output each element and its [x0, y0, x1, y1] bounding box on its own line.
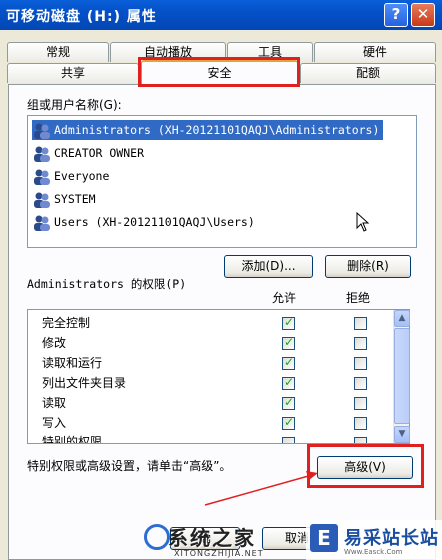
user-name: Users (XH-20121101QAQJ\Users): [54, 215, 255, 229]
help-button[interactable]: ?: [384, 3, 408, 27]
group-users-label: 组或用户名称(G):: [27, 98, 122, 112]
allow-checkbox-full-control[interactable]: [282, 315, 295, 330]
deny-checkbox-read-execute[interactable]: [354, 357, 367, 370]
user-name: Administrators (XH-20121101QAQJ\Administ…: [54, 123, 380, 137]
remove-button[interactable]: 删除(R): [325, 255, 411, 278]
list-item-users[interactable]: Users (XH-20121101QAQJ\Users): [32, 212, 259, 232]
allow-checkbox-special[interactable]: [282, 437, 295, 443]
permission-name: 列出文件夹目录: [42, 376, 127, 390]
permissions-label: Administrators 的权限(P): [27, 277, 187, 291]
allow-checkbox-write[interactable]: [282, 415, 295, 430]
user-group-icon: [34, 215, 50, 231]
permission-name: 写入: [42, 416, 67, 430]
close-button[interactable]: ✕: [411, 3, 435, 27]
user-group-icon: [34, 192, 50, 208]
scroll-up-icon[interactable]: ▲: [394, 310, 410, 327]
permission-name: 读取和运行: [42, 356, 103, 370]
deny-checkbox-special[interactable]: [354, 437, 367, 443]
user-group-icon: [34, 123, 50, 139]
permission-name: 修改: [42, 336, 67, 350]
watermark-e-logo-icon: E: [310, 524, 338, 552]
scroll-down-icon[interactable]: ▼: [394, 426, 410, 443]
deny-column-header: 拒绝: [346, 291, 371, 305]
allow-checkbox-modify[interactable]: [282, 335, 295, 350]
list-item-everyone[interactable]: Everyone: [32, 166, 113, 186]
mouse-cursor-icon: [356, 212, 370, 232]
list-item-creator-owner[interactable]: CREATOR OWNER: [32, 143, 148, 163]
watermark-xitongzhijia: 系统之家 XITONGZHIJIA.NET: [138, 520, 308, 560]
watermark-title: 易采站长站: [344, 528, 439, 549]
deny-checkbox-full-control[interactable]: [354, 317, 367, 330]
user-group-icon: [34, 146, 50, 162]
watermark-url: XITONGZHIJIA.NET: [174, 549, 264, 558]
allow-column-header: 允许: [272, 291, 297, 305]
tab-quota[interactable]: 配额: [300, 63, 436, 83]
tab-general[interactable]: 常规: [7, 42, 109, 62]
permissions-scrollbar[interactable]: ▲ ▼: [393, 310, 410, 443]
permission-name: 特别的权限: [42, 435, 103, 444]
watermark-logo-icon: [144, 524, 170, 550]
user-name: Everyone: [54, 169, 110, 183]
watermark-url: Www.Easck.Com: [344, 548, 403, 556]
watermark-easck: E 易采站长站 Www.Easck.Com: [306, 520, 442, 560]
deny-checkbox-write[interactable]: [354, 417, 367, 430]
tab-sharing[interactable]: 共享: [7, 63, 139, 83]
list-item-system[interactable]: SYSTEM: [32, 189, 100, 209]
allow-checkbox-read-execute[interactable]: [282, 355, 295, 370]
window-title: 可移动磁盘 (H:) 属性: [6, 9, 157, 25]
add-button[interactable]: 添加(D)...: [224, 255, 313, 278]
deny-checkbox-modify[interactable]: [354, 337, 367, 350]
title-bar: 可移动磁盘 (H:) 属性 ? ✕: [0, 0, 442, 30]
permissions-list: 完全控制 修改 读取和运行 列出文件夹目录 读取 写入 特别的权限: [27, 309, 410, 444]
permission-name: 完全控制: [42, 316, 91, 330]
watermark-title: 系统之家: [168, 526, 256, 550]
permission-name: 读取: [42, 396, 67, 410]
user-group-icon: [34, 169, 50, 185]
security-tab-highlight: [138, 57, 300, 87]
deny-checkbox-list-folder[interactable]: [354, 377, 367, 390]
allow-checkbox-list-folder[interactable]: [282, 375, 295, 390]
list-item-administrators[interactable]: Administrators (XH-20121101QAQJ\Administ…: [32, 120, 384, 140]
deny-checkbox-read[interactable]: [354, 397, 367, 410]
advanced-hint: 特别权限或高级设置，请单击“高级”。: [27, 459, 232, 473]
allow-checkbox-read[interactable]: [282, 395, 295, 410]
scroll-thumb[interactable]: [394, 328, 410, 424]
user-name: CREATOR OWNER: [54, 146, 145, 160]
tab-hardware[interactable]: 硬件: [314, 42, 436, 62]
users-listbox[interactable]: Administrators (XH-20121101QAQJ\Administ…: [27, 115, 417, 248]
user-name: SYSTEM: [54, 192, 96, 206]
advanced-button-highlight: [307, 444, 424, 488]
